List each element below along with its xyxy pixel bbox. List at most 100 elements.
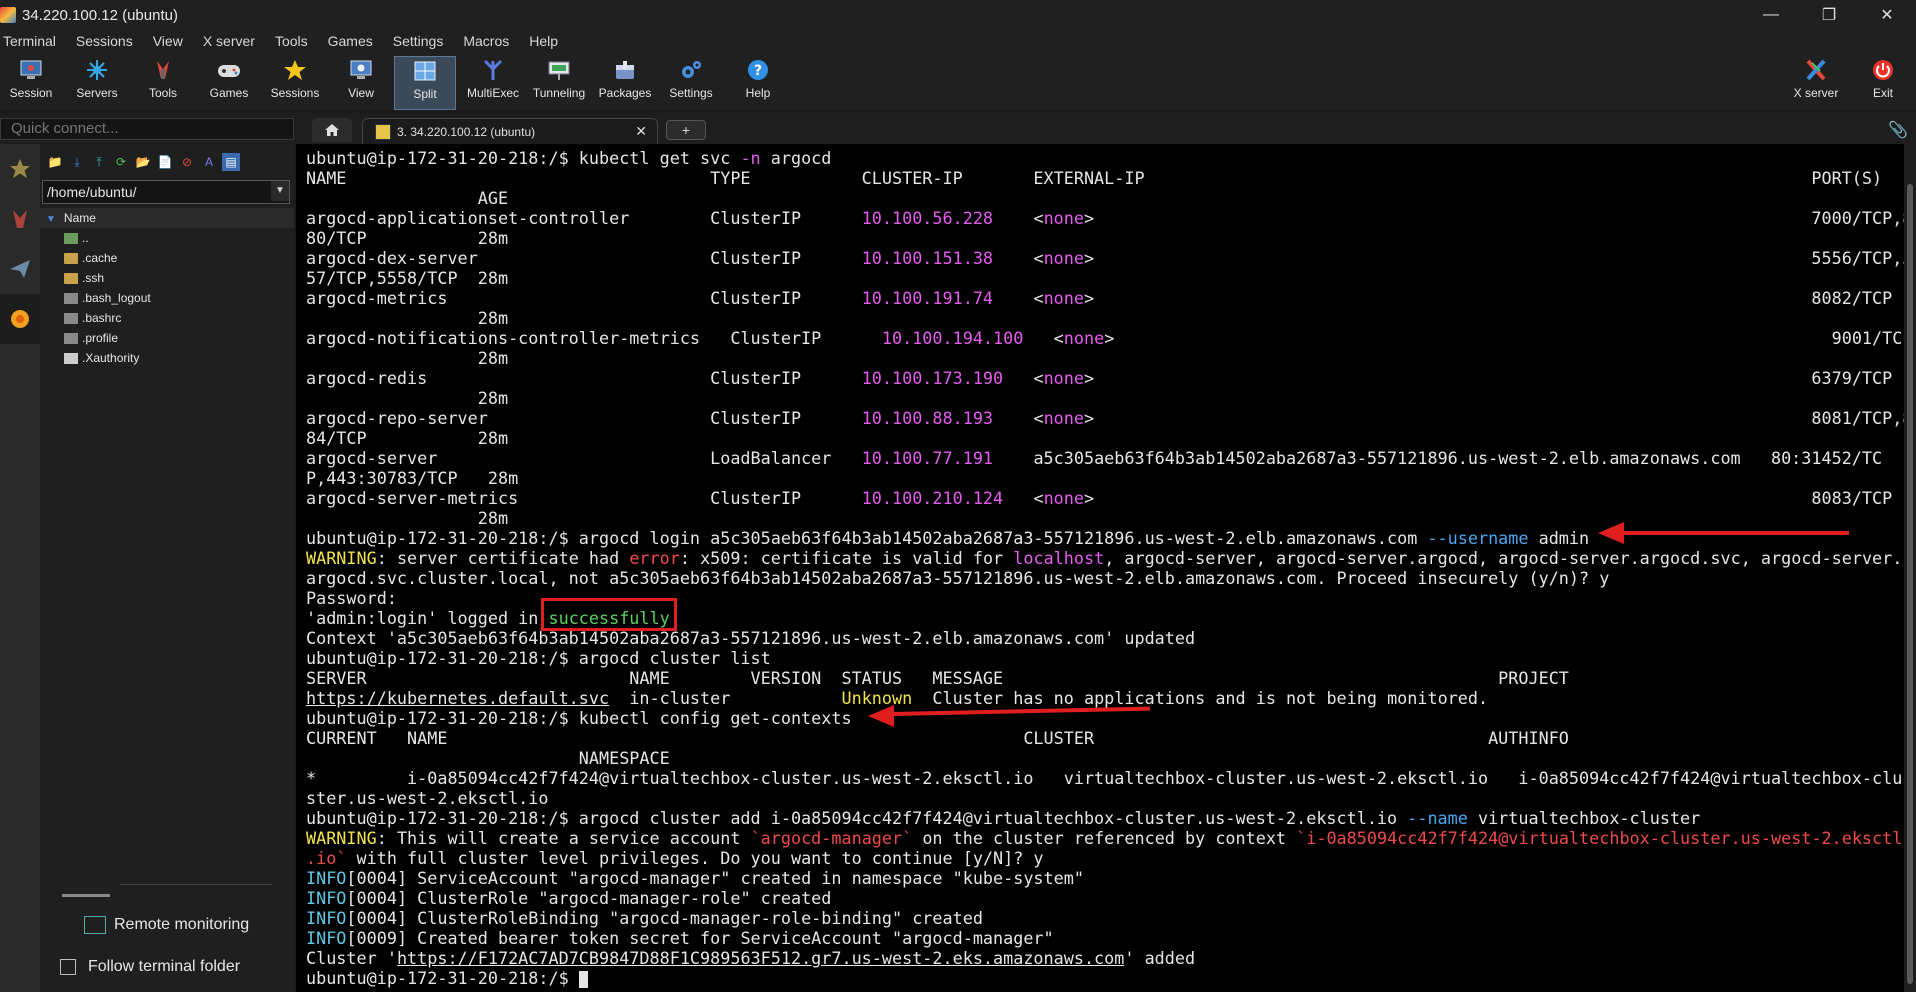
terminal-text: none bbox=[1043, 488, 1084, 508]
session-button[interactable]: Session bbox=[1, 56, 61, 108]
download-icon[interactable]: ⤓ bbox=[68, 153, 86, 171]
file-icon bbox=[64, 332, 78, 344]
terminal-output: ubuntu@ip-172-31-20-218:/$ kubectl get s… bbox=[306, 148, 1904, 988]
exit-button[interactable]: Exit bbox=[1853, 56, 1913, 108]
help-button[interactable]: ? Help bbox=[728, 56, 788, 108]
quick-connect-input[interactable] bbox=[0, 118, 294, 140]
terminal-text: 10.100.56.228 bbox=[861, 208, 994, 228]
sidebar-tools-tab[interactable] bbox=[0, 194, 40, 244]
svg-text:?: ? bbox=[754, 63, 762, 79]
column-header-name[interactable]: ▼ Name bbox=[40, 208, 294, 228]
terminal-text: INFO bbox=[306, 908, 347, 928]
menu-sessions[interactable]: Sessions bbox=[76, 33, 133, 49]
servers-button[interactable]: Servers bbox=[67, 56, 127, 108]
sidebar-sftp-tab[interactable] bbox=[0, 294, 40, 344]
file-row[interactable]: .bash_logout bbox=[40, 288, 294, 308]
terminal-text: admin bbox=[1528, 528, 1590, 548]
file-row[interactable]: .cache bbox=[40, 248, 294, 268]
paperclip-icon[interactable]: 📎 bbox=[1888, 120, 1908, 140]
xserver-button[interactable]: X server bbox=[1786, 56, 1846, 108]
terminal-text: * i-0a85094cc42f7f424@virtualtechbox-clu… bbox=[306, 768, 1903, 788]
settings-button[interactable]: Settings bbox=[661, 56, 721, 108]
close-tab-icon[interactable]: ✕ bbox=[635, 123, 647, 140]
scrollbar-thumb[interactable] bbox=[1907, 184, 1913, 984]
terminal-text: with full cluster level privileges. Do y… bbox=[346, 848, 1044, 868]
sessions-star-icon bbox=[282, 58, 308, 82]
file-row[interactable]: .profile bbox=[40, 328, 294, 348]
file-row[interactable]: .ssh bbox=[40, 268, 294, 288]
title-bar: 34.220.100.12 (ubuntu) — ❐ ✕ bbox=[0, 0, 1916, 30]
home-tab[interactable] bbox=[312, 118, 352, 142]
chevron-down-icon[interactable]: ▼ bbox=[271, 181, 289, 201]
games-button[interactable]: Games bbox=[199, 56, 259, 108]
terminal-text: : x509: certificate is valid for bbox=[679, 548, 1014, 568]
file-row[interactable]: .bashrc bbox=[40, 308, 294, 328]
sessions-button[interactable]: Sessions bbox=[265, 56, 325, 108]
view-toggle-icon[interactable]: ▤ bbox=[222, 153, 240, 171]
home-icon bbox=[325, 124, 339, 136]
menu-view[interactable]: View bbox=[153, 33, 183, 49]
terminal-line: SERVER NAME VERSION STATUS MESSAGE PROJE… bbox=[306, 668, 1904, 688]
sftp-toolbar: 📁 ⤓ ⤒ ⟳ 📂 📄 ⊘ A ▤ bbox=[40, 144, 294, 180]
terminal-text: a5c305aeb63f64b3ab14502aba2687a3-5571218… bbox=[993, 448, 1883, 468]
split-button[interactable]: Split bbox=[394, 56, 456, 110]
terminal-text: 28m bbox=[306, 508, 509, 528]
terminal-cursor bbox=[578, 970, 588, 988]
terminal-text: none bbox=[1043, 368, 1084, 388]
path-field[interactable]: /home/ubuntu/ ▼ bbox=[42, 180, 290, 204]
refresh-icon[interactable]: ⟳ bbox=[112, 153, 130, 171]
menu-macros[interactable]: Macros bbox=[463, 33, 509, 49]
remote-monitoring-button[interactable]: Remote monitoring bbox=[40, 910, 260, 940]
packages-button[interactable]: Packages bbox=[595, 56, 655, 108]
menu-help[interactable]: Help bbox=[529, 33, 558, 49]
file-row[interactable]: .Xauthority bbox=[40, 348, 294, 368]
resize-handle[interactable] bbox=[62, 894, 110, 897]
multiexec-button[interactable]: MultiExec bbox=[463, 56, 523, 108]
new-tab-button[interactable]: + bbox=[666, 120, 706, 140]
new-file-icon[interactable]: 📄 bbox=[156, 153, 174, 171]
terminal-text: none bbox=[1063, 328, 1105, 348]
session-tab[interactable]: 3. 34.220.100.12 (ubuntu) ✕ bbox=[362, 118, 658, 144]
upload-icon[interactable]: ⤒ bbox=[90, 153, 108, 171]
delete-icon[interactable]: ⊘ bbox=[178, 153, 196, 171]
sidebar-sessions-tab[interactable] bbox=[0, 144, 40, 194]
tools-button[interactable]: Tools bbox=[133, 56, 193, 108]
file-row[interactable]: .. bbox=[40, 228, 294, 248]
terminal-line: ubuntu@ip-172-31-20-218:/$ argocd cluste… bbox=[306, 808, 1904, 828]
folder-icon bbox=[64, 272, 78, 284]
terminal-text: INFO bbox=[306, 888, 347, 908]
terminal-text: ster.us-west-2.eksctl.io bbox=[306, 788, 549, 808]
terminal-line: * i-0a85094cc42f7f424@virtualtechbox-clu… bbox=[306, 768, 1904, 788]
terminal-text: argocd.svc.cluster.local, not a5c305aeb6… bbox=[306, 568, 1610, 588]
menu-tools[interactable]: Tools bbox=[275, 33, 308, 49]
sidebar-macros-tab[interactable] bbox=[0, 244, 40, 294]
terminal-text: < bbox=[993, 248, 1044, 268]
terminal-pane[interactable]: ubuntu@ip-172-31-20-218:/$ kubectl get s… bbox=[296, 144, 1904, 992]
terminal-line: NAMESPACE bbox=[306, 748, 1904, 768]
terminal-tab-icon bbox=[375, 123, 391, 140]
terminal-text: 10.100.88.193 bbox=[861, 408, 994, 428]
menu-settings[interactable]: Settings bbox=[393, 33, 444, 49]
multiexec-icon bbox=[480, 58, 506, 82]
minimize-icon[interactable]: — bbox=[1742, 0, 1800, 30]
terminal-text: ubuntu@ip-172-31-20-218:/$ kubectl get s… bbox=[306, 148, 741, 168]
rename-icon[interactable]: A bbox=[200, 153, 218, 171]
menu-xserver[interactable]: X server bbox=[203, 33, 255, 49]
terminal-text: argocd-server-metrics ClusterIP bbox=[306, 488, 862, 508]
close-icon[interactable]: ✕ bbox=[1858, 0, 1916, 30]
new-folder-icon[interactable]: 📂 bbox=[134, 153, 152, 171]
view-button[interactable]: View bbox=[331, 56, 391, 108]
folder-icon bbox=[64, 252, 78, 264]
parent-folder-icon[interactable]: 📁 bbox=[46, 153, 64, 171]
tunneling-button[interactable]: Tunneling bbox=[529, 56, 589, 108]
restore-icon[interactable]: ❐ bbox=[1800, 0, 1858, 30]
menu-games[interactable]: Games bbox=[328, 33, 373, 49]
menu-terminal[interactable]: Terminal bbox=[3, 33, 56, 49]
terminal-text: SERVER NAME VERSION STATUS MESSAGE PROJE… bbox=[306, 668, 1569, 688]
terminal-text: error bbox=[629, 548, 680, 568]
terminal-scrollbar[interactable] bbox=[1904, 144, 1916, 992]
terminal-line: INFO[0004] ClusterRole "argocd-manager-r… bbox=[306, 888, 1904, 908]
terminal-line: argocd.svc.cluster.local, not a5c305aeb6… bbox=[306, 568, 1904, 588]
follow-terminal-folder-checkbox[interactable]: Follow terminal folder bbox=[60, 958, 240, 976]
terminal-line: INFO[0004] ClusterRoleBinding "argocd-ma… bbox=[306, 908, 1904, 928]
